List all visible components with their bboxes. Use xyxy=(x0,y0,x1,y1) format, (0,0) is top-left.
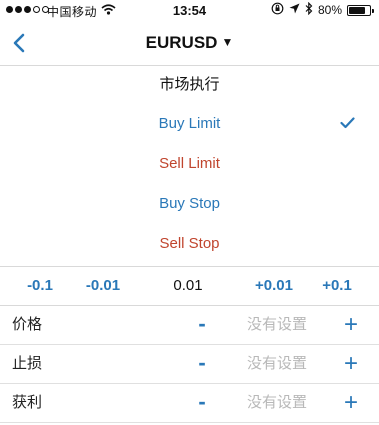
order-type-buy-limit[interactable]: Buy Limit xyxy=(0,104,379,144)
volume-decrease-small-button[interactable]: -0.01 xyxy=(76,267,130,305)
bluetooth-icon xyxy=(305,1,313,18)
order-type-sell-limit[interactable]: Sell Limit xyxy=(0,144,379,184)
status-indicators: 80% xyxy=(271,1,374,18)
price-row: 价格 - 没有设置 + xyxy=(0,306,379,345)
stop-loss-row: 止损 - 没有设置 + xyxy=(0,345,379,384)
take-profit-input[interactable]: 没有设置 xyxy=(232,384,322,422)
checkmark-icon xyxy=(340,117,355,129)
volume-increase-small-button[interactable]: +0.01 xyxy=(246,267,302,305)
volume-decrease-large-button[interactable]: -0.1 xyxy=(14,267,66,305)
take-profit-increase-button[interactable]: + xyxy=(338,384,364,422)
battery-percent: 80% xyxy=(317,3,342,17)
status-bar: 中国移动 13:54 80% xyxy=(0,0,379,22)
volume-increase-large-button[interactable]: +0.1 xyxy=(312,267,362,305)
order-type-label: Sell Stop xyxy=(159,235,220,252)
stop-loss-decrease-button[interactable]: - xyxy=(190,345,214,383)
order-type-sell-stop[interactable]: Sell Stop xyxy=(0,224,379,264)
price-decrease-button[interactable]: - xyxy=(190,306,214,344)
stop-loss-input[interactable]: 没有设置 xyxy=(232,345,322,383)
volume-stepper: -0.1 -0.01 0.01 +0.01 +0.1 xyxy=(0,266,379,306)
stop-loss-increase-button[interactable]: + xyxy=(338,345,364,383)
order-type-label: Buy Limit xyxy=(158,115,221,132)
symbol-title: EURUSD xyxy=(145,33,218,52)
order-type-buy-stop[interactable]: Buy Stop xyxy=(0,184,379,224)
order-type-label: Buy Stop xyxy=(159,195,220,212)
rotation-lock-icon xyxy=(271,2,284,18)
order-type-market-execution[interactable]: 市场执行 xyxy=(0,66,379,104)
order-type-label: Sell Limit xyxy=(159,155,220,172)
take-profit-label: 获利 xyxy=(12,394,43,411)
battery-icon xyxy=(347,4,374,16)
navigation-bar: EURUSD ▼ xyxy=(0,22,379,66)
symbol-selector[interactable]: EURUSD ▼ xyxy=(0,33,379,53)
price-increase-button[interactable]: + xyxy=(338,306,364,344)
caret-down-icon: ▼ xyxy=(221,35,234,49)
price-label: 价格 xyxy=(12,316,43,333)
order-type-label: 市场执行 xyxy=(159,76,220,93)
order-type-list: 市场执行 Buy Limit Sell Limit Buy Stop Sell … xyxy=(0,66,379,264)
take-profit-row: 获利 - 没有设置 + xyxy=(0,384,379,423)
volume-value[interactable]: 0.01 xyxy=(160,267,216,305)
take-profit-decrease-button[interactable]: - xyxy=(190,384,214,422)
location-arrow-icon xyxy=(289,3,300,17)
stop-loss-label: 止损 xyxy=(12,355,43,372)
price-input[interactable]: 没有设置 xyxy=(232,306,322,344)
